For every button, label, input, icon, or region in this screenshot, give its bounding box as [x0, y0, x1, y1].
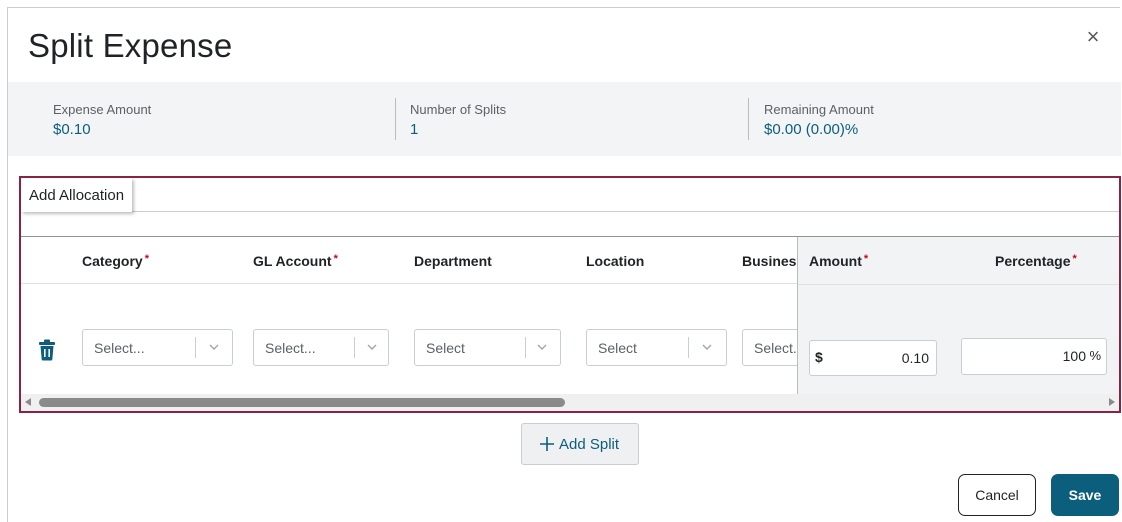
allocation-divider	[21, 211, 1119, 212]
location-select-placeholder: Select	[598, 340, 637, 356]
dialog-title: Split Expense	[28, 27, 233, 64]
grid-header-divider	[798, 284, 1119, 285]
column-header-department: Department	[414, 253, 492, 269]
number-of-splits-summary: Number of Splits 1	[410, 102, 506, 138]
currency-symbol: $	[815, 349, 823, 365]
department-select[interactable]: Select	[414, 329, 561, 366]
scroll-right-arrow-icon[interactable]	[1109, 398, 1115, 406]
remaining-amount-value: $0.00 (0.00)%	[764, 121, 859, 138]
category-select-placeholder: Select...	[94, 340, 145, 356]
remaining-amount-summary: Remaining Amount $0.00 (0.00)%	[764, 102, 874, 138]
add-split-label: Add Split	[559, 436, 620, 453]
split-expense-dialog: Split Expense × Expense Amount $0.10 Num…	[7, 7, 1121, 522]
amount-value: 0.10	[901, 350, 929, 366]
select-separator	[688, 337, 689, 358]
allocation-panel: Add Allocation Category * GL Account * Dep…	[19, 176, 1121, 413]
amount-input[interactable]: $ 0.10	[809, 340, 937, 376]
summary-divider	[748, 98, 749, 140]
column-header-category: Category *	[82, 253, 149, 269]
chevron-down-icon	[209, 344, 219, 350]
select-separator	[525, 337, 526, 358]
scroll-left-arrow-icon[interactable]	[25, 398, 31, 406]
required-marker: *	[863, 253, 869, 265]
percent-symbol: %	[1089, 348, 1101, 363]
percentage-value: 100	[1062, 348, 1086, 364]
chevron-down-icon	[367, 344, 377, 350]
scrollbar-thumb[interactable]	[39, 398, 565, 407]
percentage-input[interactable]: 100 %	[961, 338, 1107, 375]
number-of-splits-value: 1	[410, 121, 419, 138]
chevron-down-icon	[537, 344, 547, 350]
gl-account-select[interactable]: Select...	[253, 329, 389, 366]
gl-account-select-placeholder: Select...	[265, 340, 316, 356]
allocation-grid: Category * GL Account * Department Locatio…	[21, 236, 1119, 394]
select-separator	[354, 337, 355, 358]
column-header-location: Location	[586, 253, 645, 269]
horizontal-scrollbar[interactable]	[21, 394, 1119, 411]
location-select[interactable]: Select	[586, 329, 727, 366]
department-select-placeholder: Select	[426, 340, 465, 356]
plus-icon	[540, 437, 554, 451]
column-header-percentage: Percentage *	[995, 253, 1077, 269]
required-marker: *	[144, 253, 149, 265]
number-of-splits-label: Number of Splits	[410, 102, 507, 117]
select-separator	[195, 337, 196, 358]
chevron-down-icon	[702, 344, 712, 350]
expense-amount-value: $0.10	[53, 121, 91, 138]
category-select[interactable]: Select...	[82, 329, 233, 366]
required-marker: *	[1072, 253, 1077, 265]
remaining-amount-label: Remaining Amount	[764, 102, 874, 117]
column-header-business: Business	[742, 253, 805, 269]
close-icon[interactable]: ×	[1082, 26, 1104, 48]
expense-summary: Expense Amount $0.10 Number of Splits 1 …	[8, 82, 1121, 156]
summary-divider	[395, 98, 396, 140]
add-allocation-tab[interactable]: Add Allocation	[21, 178, 133, 212]
expense-amount-summary: Expense Amount $0.10	[53, 102, 151, 138]
column-header-gl-account: GL Account *	[253, 253, 338, 269]
trash-icon[interactable]	[38, 339, 56, 361]
cancel-button[interactable]: Cancel	[958, 474, 1036, 516]
column-header-amount: Amount *	[809, 253, 869, 269]
add-split-button[interactable]: Add Split	[521, 423, 639, 465]
save-button[interactable]: Save	[1051, 474, 1119, 516]
required-marker: *	[333, 253, 338, 265]
expense-amount-label: Expense Amount	[53, 102, 152, 117]
